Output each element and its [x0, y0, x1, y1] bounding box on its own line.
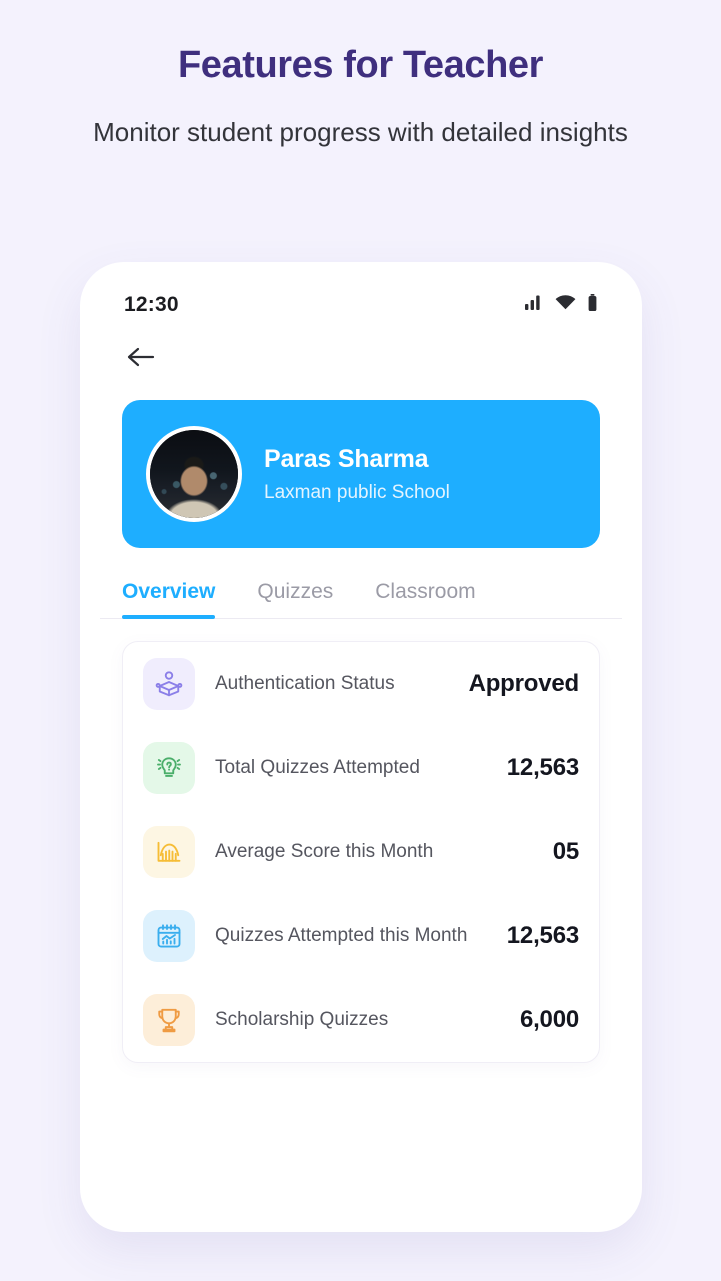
- avatar: [146, 426, 242, 522]
- trophy-icon: [143, 994, 195, 1046]
- table-row[interactable]: Authentication Status Approved: [123, 642, 599, 726]
- page-title: Features for Teacher: [177, 44, 544, 86]
- stat-value: 6,000: [519, 1006, 579, 1033]
- nav-bar: [100, 328, 622, 390]
- tab-overview[interactable]: Overview: [122, 576, 216, 619]
- status-time: 12:30: [124, 293, 179, 316]
- table-row[interactable]: Average Score this Month 05: [123, 810, 599, 894]
- battery-icon: [587, 294, 598, 316]
- stat-label: Average Score this Month: [215, 840, 434, 862]
- table-row[interactable]: Scholarship Quizzes 6,000: [123, 978, 599, 1062]
- calendar-chart-icon: [143, 910, 195, 962]
- profile-name: Paras Sharma: [264, 444, 429, 473]
- back-button[interactable]: [124, 342, 158, 376]
- tab-quizzes[interactable]: Quizzes: [257, 576, 333, 618]
- phone-mockup: 12:30 Paras Sharma Laxman public School …: [80, 262, 642, 1232]
- stat-label: Quizzes Attempted this Month: [215, 924, 468, 946]
- stat-value: 05: [552, 838, 579, 865]
- wifi-icon: [555, 295, 576, 315]
- back-arrow-icon: [126, 345, 156, 374]
- phone-screen: 12:30 Paras Sharma Laxman public School …: [100, 282, 622, 1212]
- table-row[interactable]: Quizzes Attempted this Month 12,563: [123, 894, 599, 978]
- status-icons: [525, 294, 598, 316]
- stat-value: 12,563: [506, 922, 579, 949]
- profile-text: Paras Sharma Laxman public School: [264, 445, 450, 504]
- promo-header: Features for Teacher Monitor student pro…: [0, 0, 721, 151]
- tab-classroom[interactable]: Classroom: [375, 576, 475, 618]
- stat-label: Scholarship Quizzes: [215, 1008, 389, 1030]
- stats-card: Authentication Status Approved Total Qui…: [122, 641, 600, 1063]
- cellular-signal-icon: [525, 295, 544, 315]
- page-subtitle: Monitor student progress with detailed i…: [93, 116, 628, 147]
- profile-school: Laxman public School: [264, 481, 450, 503]
- lightbulb-question-icon: [143, 742, 195, 794]
- bar-chart-icon: [143, 826, 195, 878]
- profile-card[interactable]: Paras Sharma Laxman public School: [122, 400, 600, 548]
- status-bar: 12:30: [100, 282, 622, 328]
- avatar-photo: [150, 430, 238, 518]
- stat-value: 12,563: [506, 754, 579, 781]
- stat-label: Total Quizzes Attempted: [215, 756, 420, 778]
- tab-bar: Overview Quizzes Classroom: [100, 576, 622, 619]
- stat-label: Authentication Status: [215, 672, 395, 694]
- status-badge: Approved: [468, 670, 580, 697]
- table-row[interactable]: Total Quizzes Attempted 12,563: [123, 726, 599, 810]
- person-reading-book-icon: [143, 658, 195, 710]
